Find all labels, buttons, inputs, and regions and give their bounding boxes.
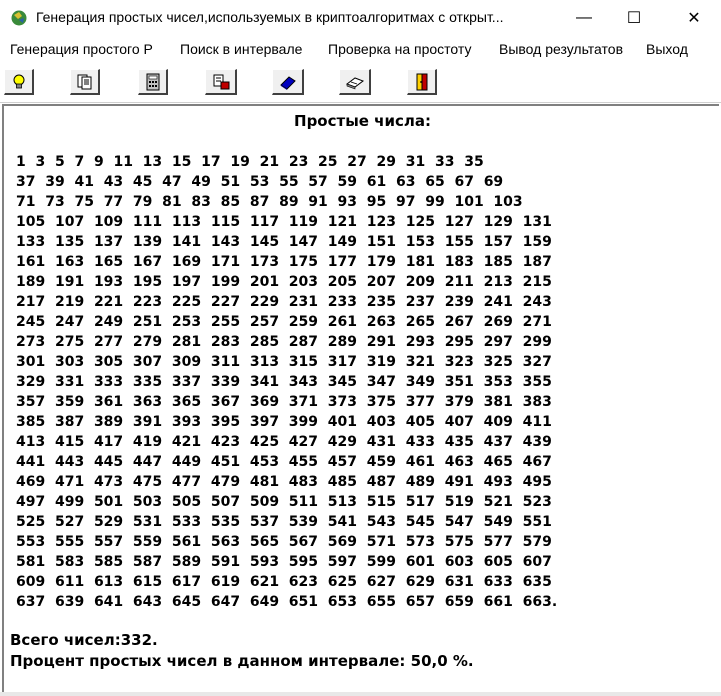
toolbar-button-calculator[interactable]: [138, 69, 168, 95]
menu-exit[interactable]: Выход: [646, 41, 688, 57]
menu-generate-prime[interactable]: Генерация простого Р: [10, 41, 153, 57]
toolbar-button-lightbulb[interactable]: [4, 69, 34, 95]
number-line: 37 39 41 43 45 47 49 51 53 55 57 59 61 6…: [16, 174, 504, 190]
prime-percent: Процент простых чисел в данном интервале…: [10, 652, 474, 670]
number-line: 301 303 305 307 309 311 313 315 317 319 …: [16, 354, 552, 370]
number-line: 133 135 137 139 141 143 145 147 149 151 …: [16, 234, 552, 250]
documents-icon: [77, 74, 91, 89]
results-panel: Простые числа: 1 3 5 7 9 11 13 15 17 19 …: [2, 104, 719, 692]
maximize-button[interactable]: ☐: [611, 0, 657, 36]
close-icon: ✕: [687, 10, 701, 27]
number-line: 469 471 473 475 477 479 481 483 485 487 …: [16, 474, 552, 490]
summary: Всего чисел:332. Процент простых чисел в…: [10, 630, 474, 672]
numbers-list: 1 3 5 7 9 11 13 15 17 19 21 23 25 27 29 …: [16, 152, 557, 612]
number-line: 413 415 417 419 421 423 425 427 429 431 …: [16, 434, 552, 450]
number-line: 357 359 361 363 365 367 369 371 373 375 …: [16, 394, 552, 410]
toolbar-button-book[interactable]: [339, 69, 371, 95]
results-heading: Простые числа:: [294, 112, 431, 130]
calculator-icon: [146, 73, 159, 90]
number-line: 525 527 529 531 533 535 537 539 541 543 …: [16, 514, 552, 530]
total-count: Всего чисел:332.: [10, 631, 158, 649]
number-line: 581 583 585 587 589 591 593 595 597 599 …: [16, 554, 552, 570]
number-line: 1 3 5 7 9 11 13 15 17 19 21 23 25 27 29 …: [16, 154, 484, 170]
menu-primality-test[interactable]: Проверка на простоту: [328, 41, 471, 57]
number-line: 161 163 165 167 169 171 173 175 177 179 …: [16, 254, 552, 270]
menu-output-results[interactable]: Вывод результатов: [499, 41, 623, 57]
toolbar: [0, 64, 721, 103]
app-icon: [11, 10, 27, 26]
eraser-icon: [279, 75, 296, 90]
number-line: 245 247 249 251 253 255 257 259 261 263 …: [16, 314, 552, 330]
number-line: 189 191 193 195 197 199 201 203 205 207 …: [16, 274, 552, 290]
number-line: 71 73 75 77 79 81 83 85 87 89 91 93 95 9…: [16, 194, 523, 210]
minimize-icon: —: [576, 9, 592, 26]
number-line: 329 331 333 335 337 339 341 343 345 347 …: [16, 374, 552, 390]
toolbar-button-documents[interactable]: [70, 69, 100, 95]
number-line: 441 443 445 447 449 451 453 455 457 459 …: [16, 454, 552, 470]
title-bar: Генерация простых чисел,используемых в к…: [0, 0, 721, 36]
print-icon: [213, 74, 229, 89]
number-line: 609 611 613 615 617 619 621 623 625 627 …: [16, 574, 552, 590]
maximize-icon: ☐: [626, 10, 642, 27]
number-line: 217 219 221 223 225 227 229 231 233 235 …: [16, 294, 552, 310]
menu-bar: Генерация простого Р Поиск в интервале П…: [0, 38, 721, 62]
exit-door-icon: [416, 73, 427, 90]
toolbar-button-eraser[interactable]: [272, 69, 304, 95]
menu-search-interval[interactable]: Поиск в интервале: [180, 41, 302, 57]
close-button[interactable]: ✕: [671, 0, 717, 36]
minimize-button[interactable]: —: [561, 0, 607, 36]
book-icon: [345, 76, 364, 89]
toolbar-button-print[interactable]: [205, 69, 237, 95]
number-line: 553 555 557 559 561 563 565 567 569 571 …: [16, 534, 552, 550]
number-line: 105 107 109 111 113 115 117 119 121 123 …: [16, 214, 552, 230]
window-title: Генерация простых чисел,используемых в к…: [36, 9, 504, 25]
status-strip: [0, 692, 721, 696]
number-line: 273 275 277 279 281 283 285 287 289 291 …: [16, 334, 552, 350]
number-line: 385 387 389 391 393 395 397 399 401 403 …: [16, 414, 552, 430]
toolbar-button-exit[interactable]: [407, 69, 437, 95]
number-line: 497 499 501 503 505 507 509 511 513 515 …: [16, 494, 552, 510]
number-line: 637 639 641 643 645 647 649 651 653 655 …: [16, 594, 558, 610]
lightbulb-icon: [13, 74, 24, 88]
